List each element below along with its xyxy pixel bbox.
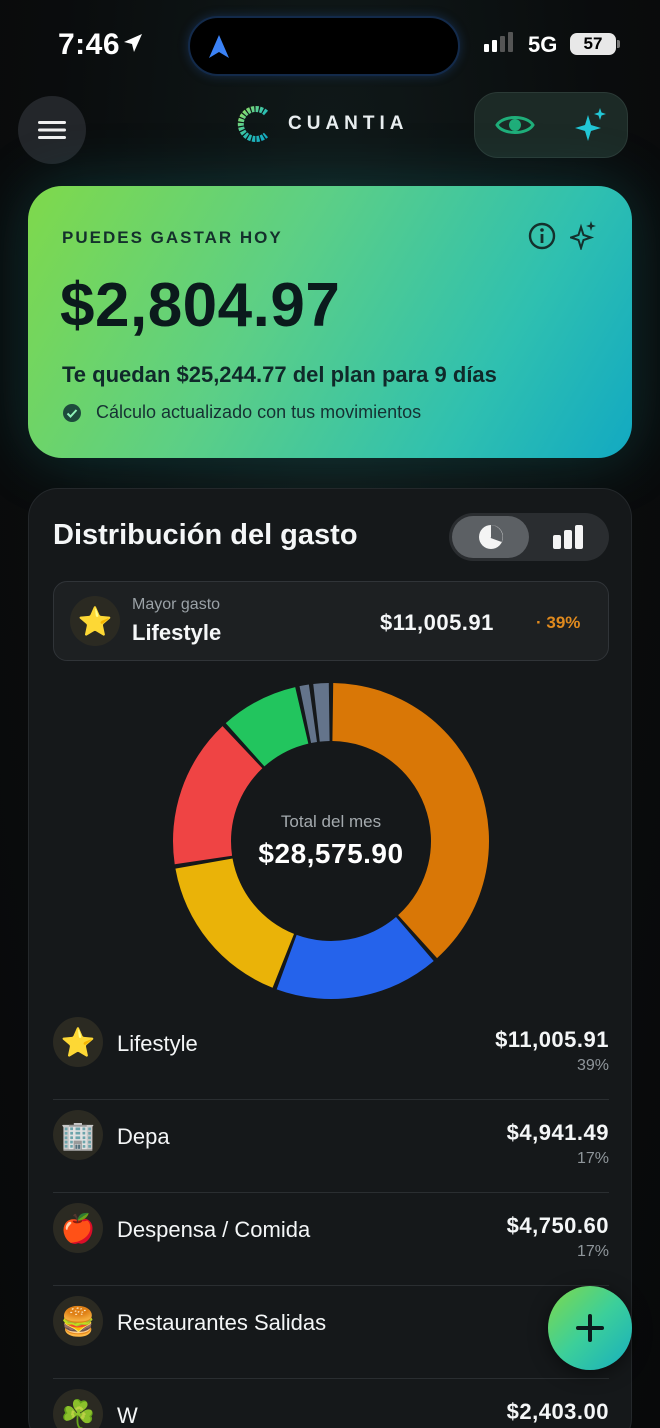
sparkles-icon[interactable] <box>570 220 598 250</box>
daily-budget-card: PUEDES GASTAR HOY $2,804.97 Te quedan $2… <box>28 186 632 458</box>
app-name: CUANTIA <box>288 113 409 134</box>
top-spend-amount: $11,005.91 <box>380 610 494 635</box>
network-label: 5G <box>528 32 558 57</box>
header-actions <box>474 92 628 158</box>
info-icon[interactable] <box>528 222 556 250</box>
pie-view-toggle[interactable] <box>452 516 529 558</box>
daily-budget-label: PUEDES GASTAR HOY <box>62 228 283 247</box>
category-name: Despensa / Comida <box>117 1217 311 1242</box>
category-list: ⭐ Lifestyle $11,005.91 39% 🏢 Depa $4,941.49 17%… <box>53 1007 609 1428</box>
category-row[interactable]: 🏢 Depa $4,941.49 17% <box>53 1100 609 1193</box>
top-spend-banner[interactable]: ⭐ Mayor gasto Lifestyle $11,005.91 · 39% <box>53 581 609 661</box>
donut-chart: Total del mes $28,575.90 <box>169 679 493 1003</box>
category-row[interactable]: ⭐ Lifestyle $11,005.91 39% <box>53 1007 609 1100</box>
pie-chart-icon <box>478 525 503 549</box>
total-label: Total del mes <box>280 812 382 831</box>
check-circle-icon <box>63 403 81 422</box>
status-time: 7:46 <box>58 28 121 61</box>
cuantia-logo-icon <box>237 106 269 142</box>
category-emoji: ☘️ <box>53 1389 103 1428</box>
battery-cap <box>617 40 620 48</box>
category-percent: 17% <box>576 1150 609 1167</box>
bar-chart-icon <box>552 525 583 549</box>
update-note-text: Cálculo actualizado con tus movimientos <box>96 402 422 422</box>
top-spend-percent: · 39% <box>536 613 581 632</box>
donut-center: Total del mes $28,575.90 <box>169 679 493 1003</box>
category-emoji: 🍔 <box>53 1296 103 1346</box>
top-spend-label: Mayor gasto <box>132 596 221 613</box>
category-row[interactable]: 🍔Restaurantes Salidas$4,50 <box>53 1286 609 1379</box>
location-arrow-icon <box>124 34 142 52</box>
battery-icon: 57 <box>570 33 616 55</box>
remaining-plan-text: Te quedan $25,244.77 del plan para 9 día… <box>62 362 497 387</box>
category-percent: 17% <box>576 1243 609 1260</box>
app-logo: CUANTIA <box>236 105 409 143</box>
distribution-title: Distribución del gasto <box>53 519 358 551</box>
status-bar: 7:46 5G 57 <box>0 0 660 92</box>
category-amount: $4,941.49 <box>506 1120 609 1145</box>
category-amount: $11,005.91 <box>495 1027 609 1052</box>
dynamic-island <box>188 16 460 76</box>
top-spend-name: Lifestyle <box>132 620 222 645</box>
category-name: Depa <box>117 1124 170 1149</box>
category-name: Restaurantes Salidas <box>117 1310 327 1335</box>
category-percent: 39% <box>576 1057 609 1074</box>
category-amount: $2,403.00 <box>506 1399 609 1424</box>
category-name: W <box>117 1403 138 1428</box>
top-spend-emoji: ⭐ <box>70 596 120 646</box>
eye-icon[interactable] <box>494 111 535 139</box>
plus-icon <box>576 1314 604 1342</box>
category-emoji: 🏢 <box>53 1110 103 1160</box>
chart-type-toggle <box>449 513 609 561</box>
category-amount: $4,750.60 <box>506 1213 609 1238</box>
bar-view-toggle[interactable] <box>529 516 606 558</box>
hamburger-icon <box>38 121 66 139</box>
update-note: Cálculo actualizado con tus movimientos <box>62 402 421 423</box>
menu-button[interactable] <box>18 96 86 164</box>
navigation-icon <box>209 35 229 58</box>
category-row[interactable]: ☘️ W $2,403.00 <box>53 1379 609 1428</box>
sparkles-icon[interactable] <box>574 107 608 143</box>
category-emoji: ⭐ <box>53 1017 103 1067</box>
spending-distribution-card: Distribución del gasto ⭐ Mayor gasto Lif… <box>28 488 632 1428</box>
category-emoji: 🍎 <box>53 1203 103 1253</box>
daily-budget-amount: $2,804.97 <box>60 271 341 340</box>
signal-icon <box>484 32 513 52</box>
category-name: Lifestyle <box>117 1031 198 1056</box>
add-transaction-button[interactable] <box>548 1286 632 1370</box>
category-row[interactable]: 🍎 Despensa / Comida $4,750.60 17% <box>53 1193 609 1286</box>
total-value: $28,575.90 <box>258 838 404 869</box>
